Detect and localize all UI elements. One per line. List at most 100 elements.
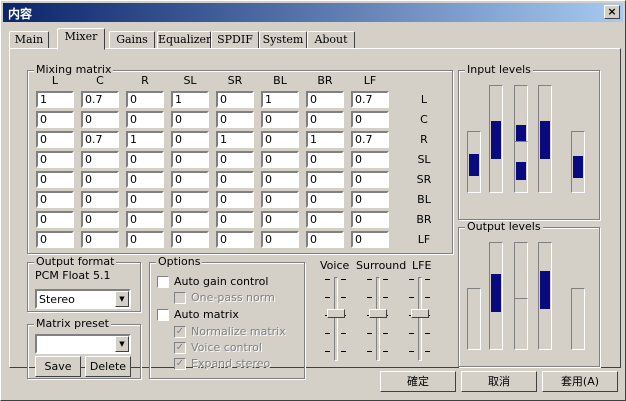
matrix-cell[interactable]: 0 — [216, 191, 254, 208]
matrix-cell[interactable]: 0 — [171, 131, 209, 148]
voice-slider-thumb[interactable] — [327, 309, 345, 318]
tab-main[interactable]: Main — [9, 31, 49, 49]
matrix-cell[interactable]: 0 — [216, 231, 254, 248]
matrix-cell[interactable]: 0 — [261, 171, 299, 188]
matrix-cell[interactable]: 0 — [171, 151, 209, 168]
matrix-cell[interactable]: 0 — [126, 231, 164, 248]
matrix-cell[interactable]: 0 — [36, 191, 74, 208]
voice-slider-tick — [341, 279, 346, 280]
tab-mixer[interactable]: Mixer — [57, 28, 105, 50]
voice-control-checkbox[interactable]: ✓ — [174, 342, 186, 354]
matrix-cell[interactable]: 1 — [216, 131, 254, 148]
matrix-cell[interactable]: 0.7 — [81, 91, 119, 108]
input-level-meter-fill — [469, 154, 479, 176]
matrix-cell[interactable]: 1 — [126, 131, 164, 148]
matrix-cell[interactable]: 0 — [216, 211, 254, 228]
output-level-meter — [514, 298, 528, 350]
tab-spdif[interactable]: SPDIF — [211, 31, 259, 49]
normalize-matrix-checkbox[interactable]: ✓ — [174, 326, 186, 338]
matrix-cell[interactable]: 0 — [126, 171, 164, 188]
chevron-down-icon[interactable]: ▼ — [115, 291, 129, 307]
matrix-cell[interactable]: 0 — [351, 231, 389, 248]
apply-button[interactable]: 套用(A) — [542, 371, 618, 392]
tab-system[interactable]: System — [259, 31, 307, 49]
save-preset-button[interactable]: Save — [35, 356, 81, 377]
surround-slider-tick — [383, 279, 388, 280]
title-bar[interactable]: 内容 × — [3, 3, 623, 22]
matrix-cell[interactable]: 0 — [306, 231, 344, 248]
matrix-cell[interactable]: 0.7 — [351, 131, 389, 148]
matrix-cell[interactable]: 0 — [171, 191, 209, 208]
matrix-cell[interactable]: 0 — [351, 151, 389, 168]
matrix-cell[interactable]: 0 — [171, 171, 209, 188]
matrix-cell[interactable]: 0 — [261, 131, 299, 148]
matrix-cell[interactable]: 1 — [171, 91, 209, 108]
matrix-cell[interactable]: 0 — [36, 151, 74, 168]
matrix-cell[interactable]: 1 — [306, 131, 344, 148]
one-pass-norm-checkbox[interactable] — [174, 292, 186, 304]
matrix-cell[interactable]: 0 — [261, 151, 299, 168]
matrix-cell[interactable]: 0 — [171, 111, 209, 128]
close-button[interactable]: × — [604, 5, 620, 19]
auto-gain-control-checkbox[interactable] — [157, 276, 169, 288]
matrix-cell[interactable]: 0 — [126, 211, 164, 228]
matrix-cell[interactable]: 0 — [81, 111, 119, 128]
matrix-cell[interactable]: 0 — [216, 171, 254, 188]
matrix-cell[interactable]: 0 — [261, 111, 299, 128]
matrix-cell[interactable]: 0 — [306, 151, 344, 168]
matrix-cell[interactable]: 0 — [306, 111, 344, 128]
matrix-cell[interactable]: 0 — [81, 151, 119, 168]
matrix-cell[interactable]: 0 — [351, 191, 389, 208]
surround-slider-track[interactable] — [376, 277, 380, 361]
output-format-select[interactable]: Stereo ▼ — [35, 289, 131, 309]
auto-matrix-checkbox[interactable] — [157, 309, 169, 321]
matrix-cell[interactable]: 0 — [171, 211, 209, 228]
matrix-preset-select[interactable]: ▼ — [35, 334, 131, 354]
matrix-cell[interactable]: 1 — [36, 91, 74, 108]
surround-slider-thumb[interactable] — [369, 309, 387, 318]
matrix-cell[interactable]: 0 — [81, 191, 119, 208]
matrix-cell[interactable]: 0 — [261, 231, 299, 248]
cancel-button[interactable]: 取消 — [461, 371, 537, 392]
matrix-cell[interactable]: 0 — [351, 111, 389, 128]
matrix-cell[interactable]: 0 — [216, 151, 254, 168]
matrix-cell[interactable]: 0 — [81, 211, 119, 228]
matrix-cell[interactable]: 0 — [306, 171, 344, 188]
output-level-meter — [571, 288, 585, 350]
lfe-slider-track[interactable] — [418, 277, 422, 361]
matrix-cell[interactable]: 0 — [126, 151, 164, 168]
matrix-cell[interactable]: 0 — [351, 211, 389, 228]
matrix-cell[interactable]: 0 — [216, 111, 254, 128]
chevron-down-icon[interactable]: ▼ — [115, 336, 129, 352]
matrix-cell[interactable]: 0 — [36, 171, 74, 188]
lfe-slider-thumb[interactable] — [411, 309, 429, 318]
matrix-cell[interactable]: 0 — [261, 191, 299, 208]
matrix-cell[interactable]: 0 — [36, 131, 74, 148]
tab-about[interactable]: About — [307, 31, 355, 49]
matrix-cell[interactable]: 0 — [261, 211, 299, 228]
tab-equalizer[interactable]: Equalizer — [157, 31, 211, 49]
matrix-cell[interactable]: 0 — [306, 211, 344, 228]
matrix-cell[interactable]: 0 — [126, 191, 164, 208]
ok-button[interactable]: 確定 — [380, 371, 456, 392]
matrix-cell[interactable]: 0 — [306, 91, 344, 108]
matrix-cell[interactable]: 0 — [126, 91, 164, 108]
matrix-cell[interactable]: 0 — [36, 211, 74, 228]
matrix-cell[interactable]: 0 — [81, 231, 119, 248]
matrix-cell[interactable]: 0 — [126, 111, 164, 128]
matrix-cell[interactable]: 0.7 — [81, 131, 119, 148]
delete-preset-button[interactable]: Delete — [85, 356, 131, 377]
expand-stereo-checkbox[interactable]: ✓ — [174, 358, 186, 370]
matrix-cell[interactable]: 0 — [81, 171, 119, 188]
voice-slider-track[interactable] — [334, 277, 338, 361]
matrix-cell[interactable]: 0 — [306, 191, 344, 208]
matrix-cell[interactable]: 1 — [261, 91, 299, 108]
matrix-cell[interactable]: 0 — [171, 231, 209, 248]
tab-gains[interactable]: Gains — [109, 31, 155, 49]
matrix-cell[interactable]: 0.7 — [351, 91, 389, 108]
matrix-cell[interactable]: 0 — [36, 231, 74, 248]
matrix-cell[interactable]: 0 — [216, 91, 254, 108]
matrix-cell[interactable]: 0 — [351, 171, 389, 188]
lfe-slider-tick — [409, 351, 414, 352]
matrix-cell[interactable]: 0 — [36, 111, 74, 128]
